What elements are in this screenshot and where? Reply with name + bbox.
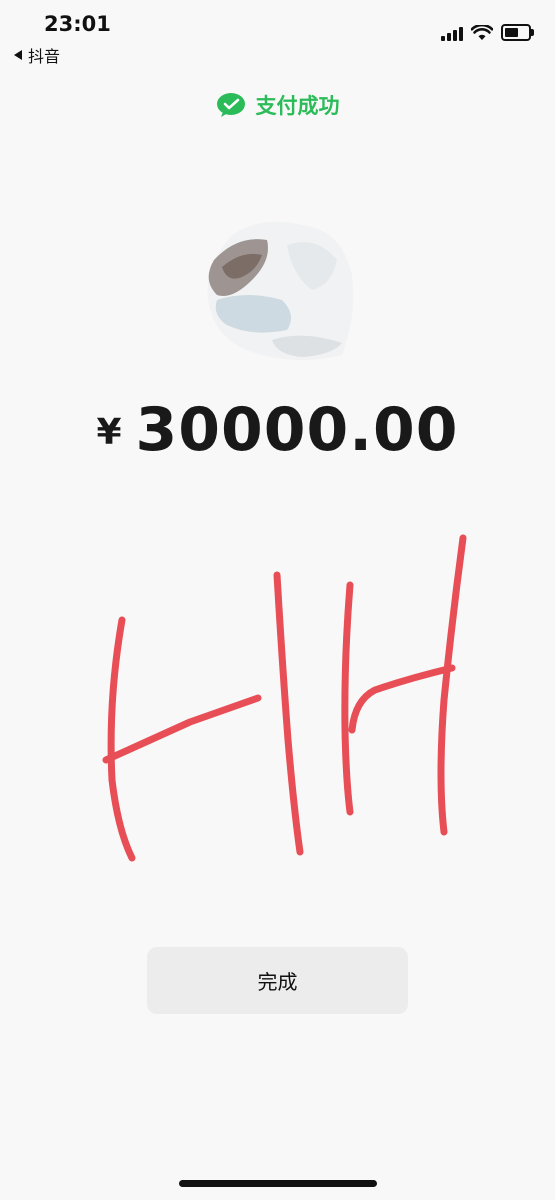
back-to-app-link[interactable]: 抖音: [14, 43, 60, 67]
cellular-signal-icon: [441, 25, 463, 41]
status-icons: [441, 24, 534, 41]
home-indicator[interactable]: [179, 1180, 377, 1187]
handwritten-marking: [102, 534, 467, 862]
amount-value: 30000.00: [135, 395, 459, 465]
payment-amount: ¥ 30000.00: [0, 395, 555, 465]
currency-symbol: ¥: [96, 412, 122, 453]
recipient-avatar: [207, 221, 354, 360]
status-bar: 23:01 抖音: [0, 0, 555, 70]
back-arrow-icon: [14, 50, 22, 60]
wechat-pay-icon: [216, 93, 245, 117]
battery-icon: [501, 24, 534, 41]
payment-success-title: 支付成功: [255, 94, 340, 118]
done-button[interactable]: 完成: [147, 947, 408, 1014]
payment-success-header: 支付成功: [0, 90, 555, 120]
wifi-icon: [471, 24, 493, 40]
back-app-label: 抖音: [28, 47, 61, 66]
status-time: 23:01: [44, 12, 111, 36]
